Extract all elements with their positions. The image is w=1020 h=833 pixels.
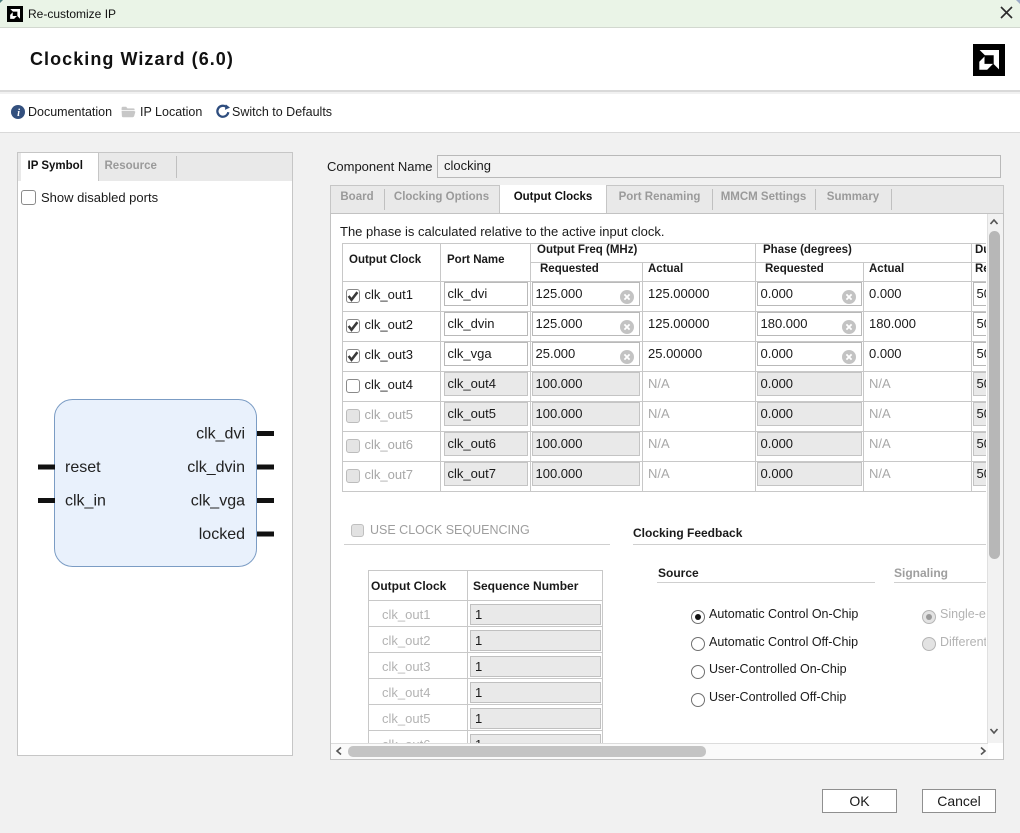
svg-text:clk_dvin: clk_dvin [187, 459, 245, 476]
svg-text:clk_vga: clk_vga [191, 493, 245, 510]
svg-text:locked: locked [199, 526, 245, 543]
svg-text:clk_dvi: clk_dvi [196, 426, 245, 443]
svg-text:clk_in: clk_in [65, 493, 106, 510]
svg-text:i: i [17, 108, 20, 119]
svg-text:reset: reset [65, 459, 101, 476]
